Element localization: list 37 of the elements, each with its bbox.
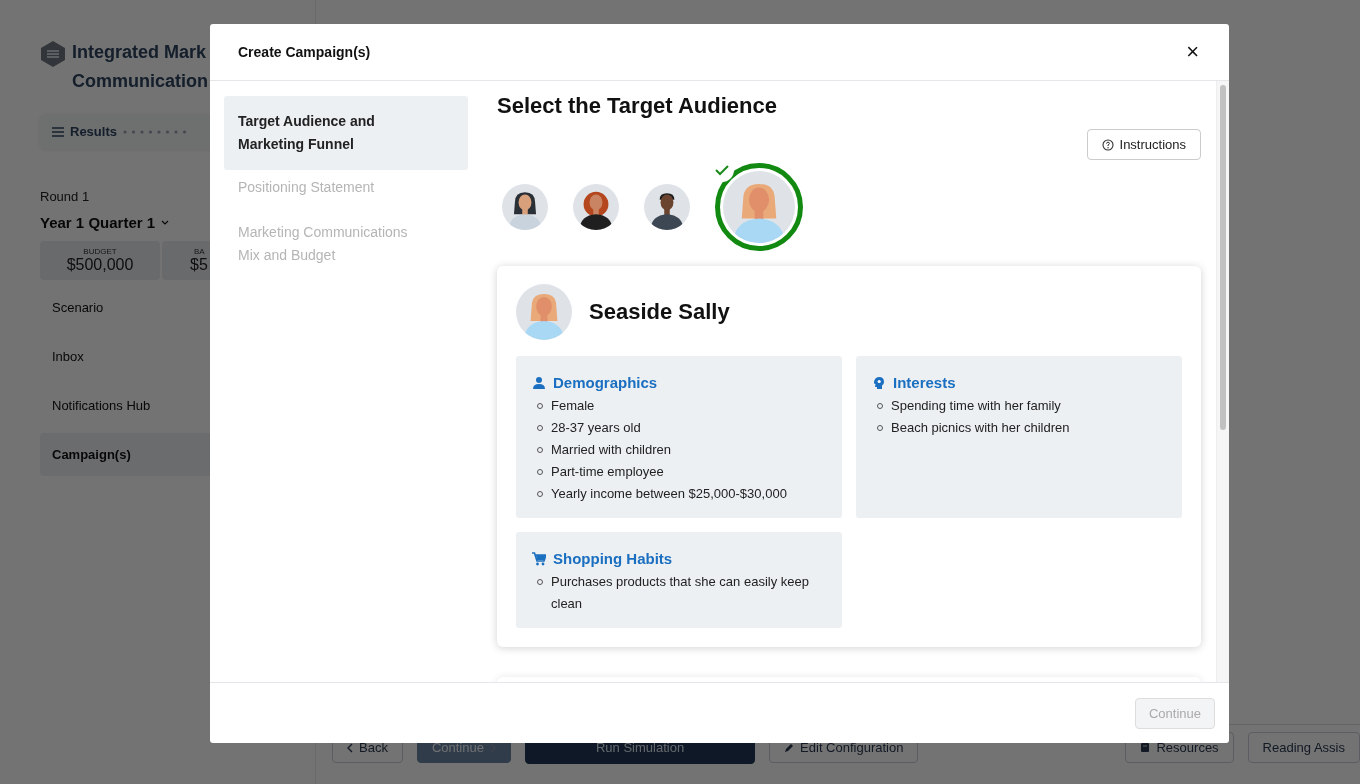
list-item: Married with children [551,441,671,459]
list-item: Yearly income between $25,000-$30,000 [551,485,787,503]
period-select[interactable]: Year 1 Quarter 1 [40,214,156,231]
panel-title: Interests [893,374,956,391]
step-tab[interactable]: Target Audience and Marketing Funnel [224,96,468,170]
person-icon [532,375,546,390]
book-icon [1140,742,1151,753]
budget-label: BA [194,247,205,256]
list-item: Part-time employee [551,463,664,481]
list-item: Beach picnics with her children [891,419,1070,437]
section-heading: Select the Target Audience [497,93,778,119]
chevron-down-icon [161,220,170,225]
app-title: Communication [72,70,208,93]
results-label: Results [70,124,117,139]
list-item: Spending time with her family [891,397,1061,415]
round-label: Round 1 [40,189,90,204]
head-icon [872,375,886,390]
budget-value: $5 [190,256,208,274]
budget-label: BUDGET [82,247,118,256]
instructions-button[interactable]: Instructions [1086,129,1201,160]
progress-dots-icon [122,129,187,134]
panel-title: Demographics [553,374,658,391]
list-item: Female [551,397,595,415]
persona-name: Seaside Sally [589,299,730,325]
panel-title: Shopping Habits [553,550,673,567]
menu-icon [52,126,64,137]
close-button[interactable]: × [1184,41,1201,63]
logo-icon [40,40,66,68]
app-title: Integrated Mark [72,41,208,64]
list-item: 28-37 years old [551,419,641,437]
budget-value: $500,000 [65,256,135,274]
bottom-button[interactable]: Reading Assis [1247,732,1360,763]
scrollbar[interactable] [1216,81,1229,682]
dialog-title: Create Campaign(s) [238,44,371,60]
cart-icon [532,551,546,566]
help-icon [1101,138,1114,151]
list-item: Purchases products that she can easily keep clean [551,573,810,613]
